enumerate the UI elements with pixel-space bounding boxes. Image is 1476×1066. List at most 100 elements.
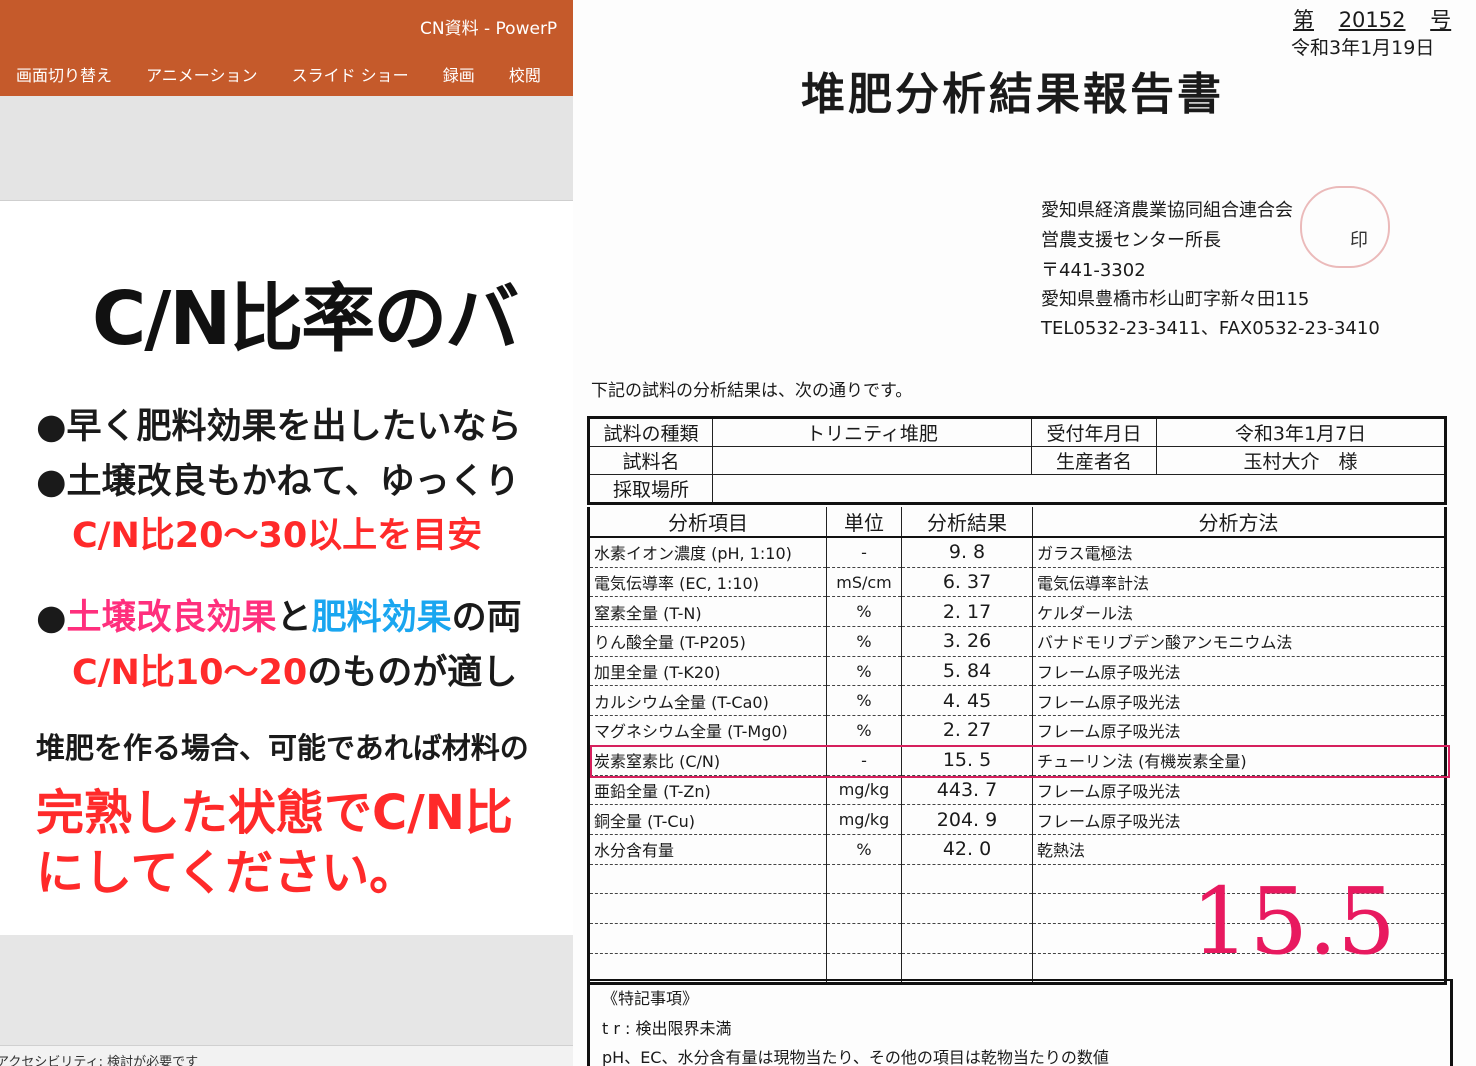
sample-kind-value: トリニティ堆肥 bbox=[712, 417, 1032, 447]
sample-info-row: 採取場所 bbox=[588, 474, 1446, 504]
row-method: バナドモリブデン酸アンモニウム法 bbox=[1032, 626, 1446, 657]
received-date-value: 令和3年1月7日 bbox=[1156, 417, 1446, 447]
table-row: 水分含有量% 42. 0 乾熱法 bbox=[588, 834, 1446, 865]
slide-cn-ratio-both: C/N比10～20のものが適し bbox=[72, 644, 517, 695]
status-bar: アクセシビリティ: 検討が必要です bbox=[0, 1045, 573, 1066]
row-item: 水素イオン濃度 (pH, 1:10) bbox=[588, 537, 827, 568]
table-row: 銅全量 (T-Cu) mg/kg 204. 9 フレーム原子吸光法 bbox=[588, 804, 1446, 835]
window-title: CN資料 - PowerP bbox=[420, 19, 558, 39]
slide-conclusion-2: にしてください。 bbox=[36, 845, 418, 901]
row-item: りん酸全量 (T-P205) bbox=[588, 626, 827, 657]
report-title: 堆肥分析結果報告書 bbox=[801, 69, 1224, 120]
producer-label: 生産者名 bbox=[1031, 446, 1157, 475]
notes-tr: t r : 検出限界未満 bbox=[602, 1019, 732, 1038]
row-value: 3. 26 bbox=[901, 626, 1033, 657]
suitable-text: のものが適し bbox=[307, 653, 518, 693]
row-unit: % bbox=[826, 715, 902, 746]
slide-canvas[interactable]: C/N比率のバ ●早く肥料効果を出したいなら ●土壌改良もかねて、ゆっくり C/… bbox=[0, 201, 573, 935]
issuer-department: 営農支援センター所長 bbox=[1041, 230, 1221, 251]
row-method: 電気伝導率計法 bbox=[1032, 567, 1446, 598]
row-unit: % bbox=[826, 834, 902, 865]
row-item: マグネシウム全量 (T-Mg0) bbox=[588, 715, 827, 746]
header-unit: 単位 bbox=[826, 507, 902, 538]
collection-place-value bbox=[712, 474, 1446, 504]
tab-transitions[interactable]: 画面切り替え bbox=[16, 66, 112, 85]
tab-record[interactable]: 録画 bbox=[443, 66, 475, 85]
cn-range-text: C/N比10～20 bbox=[72, 653, 308, 693]
header-method: 分析方法 bbox=[1032, 507, 1446, 538]
official-seal: 印 bbox=[1300, 186, 1390, 268]
soil-improvement-text: 土壌改良効果 bbox=[66, 598, 277, 638]
sample-kind-label: 試料の種類 bbox=[588, 417, 713, 447]
sample-name-value bbox=[712, 446, 1032, 475]
ribbon-toolbar-area bbox=[0, 96, 573, 201]
row-item: 水分含有量 bbox=[588, 834, 827, 865]
row-value: 42. 0 bbox=[901, 834, 1033, 865]
sample-name-label: 試料名 bbox=[588, 446, 713, 475]
row-method: ガラス電極法 bbox=[1032, 537, 1446, 568]
row-item: 電気伝導率 (EC, 1:10) bbox=[588, 567, 827, 598]
row-unit: % bbox=[826, 685, 902, 717]
tab-review[interactable]: 校閲 bbox=[509, 66, 541, 85]
header-result: 分析結果 bbox=[901, 507, 1033, 538]
table-row: 窒素全量 (T-N)% 2. 17 ケルダール法 bbox=[588, 596, 1446, 628]
report-intro: 下記の試料の分析結果は、次の通りです。 bbox=[591, 381, 913, 401]
row-item: 亜鉛全量 (T-Zn) bbox=[588, 775, 827, 806]
report-number: 第 20152 号 bbox=[1293, 4, 1451, 34]
row-item: 加里全量 (T-K20) bbox=[588, 656, 827, 687]
collection-place-label: 採取場所 bbox=[588, 474, 713, 504]
report-date: 令和3年1月19日 bbox=[1291, 37, 1435, 59]
and-text: と bbox=[276, 598, 312, 638]
table-row: 電気伝導率 (EC, 1:10) mS/cm 6. 37 電気伝導率計法 bbox=[588, 567, 1446, 598]
bullet-mark: ● bbox=[36, 598, 67, 638]
received-date-label: 受付年月日 bbox=[1031, 417, 1157, 447]
tab-animations[interactable]: アニメーション bbox=[146, 66, 257, 85]
table-row: カルシウム全量 (T-Ca0)% 4. 45 フレーム原子吸光法 bbox=[588, 685, 1446, 717]
accessibility-status[interactable]: アクセシビリティ: 検討が必要です bbox=[0, 1051, 198, 1066]
row-value: 4. 45 bbox=[901, 685, 1033, 717]
issuer-phone-fax: TEL0532-23-3411、FAX0532-23-3410 bbox=[1041, 318, 1380, 339]
producer-value: 玉村大介 様 bbox=[1156, 446, 1446, 475]
issuer-organization: 愛知県経済農業協同組合連合会 bbox=[1041, 200, 1293, 221]
row-value: 204. 9 bbox=[901, 804, 1033, 835]
header-item: 分析項目 bbox=[588, 507, 827, 538]
row-unit: % bbox=[826, 656, 902, 687]
fertilizer-effect-text: 肥料効果 bbox=[311, 598, 452, 638]
special-notes-section: 《特記事項》 t r : 検出限界未満 pH、EC、水分含有量は現物当たり、その… bbox=[587, 979, 1453, 1066]
tab-slideshow[interactable]: スライド ショー bbox=[292, 66, 409, 85]
table-row: 亜鉛全量 (T-Zn) mg/kg 443. 7 フレーム原子吸光法 bbox=[588, 775, 1446, 806]
row-method: 乾熱法 bbox=[1032, 834, 1446, 865]
slide-compost-note: 堆肥を作る場合、可能であれば材料の bbox=[36, 731, 529, 765]
cn-ratio-annotation: 15.5 bbox=[1191, 868, 1396, 975]
table-row: 水素イオン濃度 (pH, 1:10) -9. 8 ガラス電極法 bbox=[588, 537, 1446, 568]
sample-info-table: 試料の種類 トリニティ堆肥 受付年月日 令和3年1月7日 試料名 生産者名 玉村… bbox=[587, 416, 1447, 505]
issuer-postal-code: 〒441-3302 bbox=[1041, 260, 1146, 281]
row-value: 2. 27 bbox=[901, 715, 1033, 746]
row-value: 5. 84 bbox=[901, 656, 1033, 687]
row-item: 銅全量 (T-Cu) bbox=[588, 804, 827, 835]
row-method: フレーム原子吸光法 bbox=[1032, 804, 1446, 835]
slide-bullet-1: ●早く肥料効果を出したいなら bbox=[36, 407, 522, 447]
slide-bullet-3: ●土壌改良効果と肥料効果の両 bbox=[36, 589, 522, 640]
issuer-address: 愛知県豊橋市杉山町字新々田115 bbox=[1041, 289, 1310, 310]
notes-basis: pH、EC、水分含有量は現物当たり、その他の項目は乾物当たりの数値 bbox=[602, 1048, 1109, 1066]
row-unit: % bbox=[826, 626, 902, 657]
ribbon: CN資料 - PowerP 画面切り替え アニメーション スライド ショー 録画… bbox=[0, 0, 573, 96]
notes-heading: 《特記事項》 bbox=[602, 989, 699, 1008]
row-method: フレーム原子吸光法 bbox=[1032, 715, 1446, 746]
report-number-value: 20152 bbox=[1338, 8, 1406, 32]
row-unit: mS/cm bbox=[826, 567, 902, 598]
row-unit: mg/kg bbox=[826, 775, 902, 806]
row-value: 6. 37 bbox=[901, 567, 1033, 598]
row-unit: - bbox=[826, 537, 902, 568]
row-value: 9. 8 bbox=[901, 537, 1033, 568]
row-method: ケルダール法 bbox=[1032, 596, 1446, 628]
report-number-suffix: 号 bbox=[1430, 8, 1452, 32]
row-value: 2. 17 bbox=[901, 596, 1033, 628]
row-value: 443. 7 bbox=[901, 775, 1033, 806]
row-item: 窒素全量 (T-N) bbox=[588, 596, 827, 628]
sample-info-row: 試料名 生産者名 玉村大介 様 bbox=[588, 446, 1446, 475]
slide-bullet-2: ●土壌改良もかねて、ゆっくり bbox=[36, 462, 520, 502]
row-method: フレーム原子吸光法 bbox=[1032, 775, 1446, 806]
cn-ratio-highlight-box bbox=[590, 745, 1450, 778]
